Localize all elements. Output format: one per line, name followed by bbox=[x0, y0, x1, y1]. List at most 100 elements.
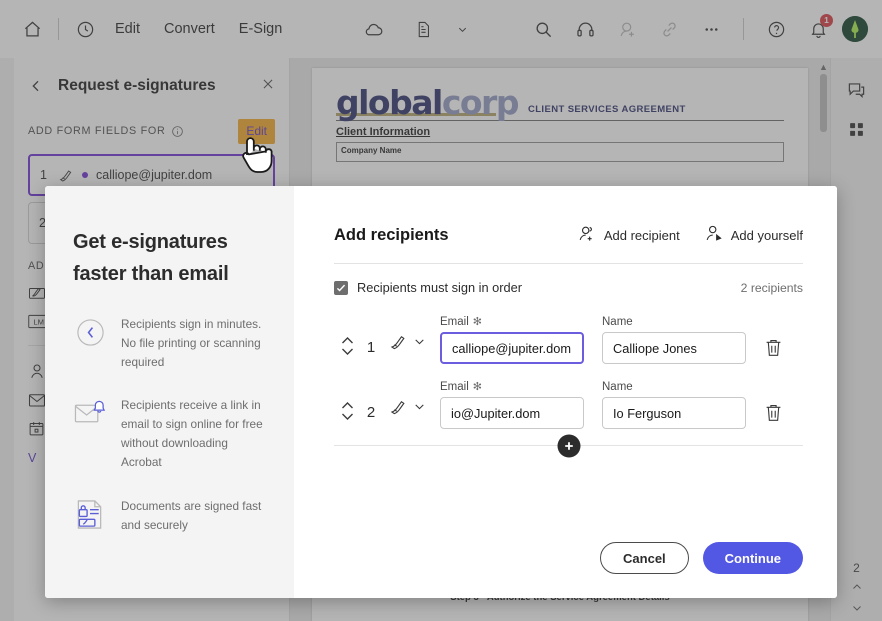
promo-item-text-3: Documents are signed fast and securely bbox=[121, 498, 262, 532]
promo-item-email: Recipients receive a link in email to si… bbox=[73, 396, 268, 472]
current-page-number: 2 bbox=[853, 561, 860, 575]
scrollbar-thumb[interactable] bbox=[820, 74, 827, 132]
document-header-title: CLIENT SERVICES AGREEMENT bbox=[527, 104, 686, 115]
lock-document-icon bbox=[73, 497, 107, 530]
clock-icon bbox=[73, 315, 107, 348]
edit-recipients-highlight: Edit bbox=[238, 118, 275, 144]
promo-panel: Get e-signatures faster than email Recip… bbox=[45, 186, 294, 598]
chevron-down-icon bbox=[413, 335, 426, 353]
add-yourself-button[interactable]: Add yourself bbox=[704, 224, 803, 246]
delete-recipient-1-button[interactable] bbox=[764, 337, 783, 364]
page-up-icon[interactable] bbox=[851, 581, 863, 596]
recipient-email-field-2: Email ✻ bbox=[440, 380, 584, 429]
promo-item-speed: Recipients sign in minutes. No file prin… bbox=[73, 315, 268, 372]
add-recipient-label: Add recipient bbox=[603, 227, 680, 243]
page-title: Request e-signatures bbox=[58, 77, 216, 94]
cloud-icon[interactable] bbox=[355, 11, 391, 47]
sign-in-order-label: Recipients must sign in order bbox=[357, 280, 523, 295]
logo-text-secondary: corp bbox=[441, 83, 520, 122]
scroll-up-icon[interactable]: ▲ bbox=[819, 62, 828, 72]
page-navigation: 2 bbox=[831, 561, 882, 617]
recipient-count: 2 recipients bbox=[740, 280, 803, 295]
promo-item-text-2: Recipients receive a link in email to si… bbox=[121, 398, 263, 470]
add-form-fields-row: ADD FORM FIELDS FOR Edit bbox=[14, 114, 289, 148]
notification-badge: 1 bbox=[820, 14, 833, 27]
search-icon[interactable] bbox=[525, 11, 561, 47]
recipient-row: 2 Email ✻ io@Jupiter.dom Name Io Ferguso… bbox=[334, 380, 803, 429]
home-icon[interactable] bbox=[14, 11, 50, 47]
back-chevron-icon[interactable] bbox=[28, 78, 52, 94]
document-icon[interactable] bbox=[405, 11, 441, 47]
menu-edit[interactable]: Edit bbox=[103, 15, 152, 43]
email-label-text-2: Email bbox=[440, 380, 469, 393]
reorder-arrows-2[interactable] bbox=[334, 400, 360, 429]
recipient-name-field-1: Name bbox=[602, 316, 746, 364]
menu-convert[interactable]: Convert bbox=[152, 15, 227, 43]
chevron-down-icon bbox=[413, 400, 426, 418]
toolbar-divider bbox=[58, 18, 59, 40]
edit-recipients-link[interactable]: Edit bbox=[246, 124, 267, 138]
name-label-1: Name bbox=[602, 316, 633, 328]
comment-icon[interactable] bbox=[847, 80, 866, 99]
add-form-fields-label: ADD FORM FIELDS FOR bbox=[28, 125, 166, 137]
add-recipient-button[interactable]: Add recipient bbox=[577, 224, 680, 246]
logo-text-primary: global bbox=[336, 83, 443, 122]
panel-recipient-number: 1 bbox=[40, 168, 47, 182]
continue-button[interactable]: Continue bbox=[702, 542, 803, 574]
recipient-role-selector-1[interactable] bbox=[382, 332, 440, 364]
email-input-1[interactable] bbox=[440, 332, 584, 364]
more-options-icon[interactable] bbox=[693, 11, 729, 47]
page-down-icon[interactable] bbox=[851, 602, 863, 617]
add-person-icon bbox=[609, 11, 645, 47]
document-field-company-name: Company Name bbox=[336, 142, 784, 162]
email-label-1: Email ✻ bbox=[440, 315, 584, 329]
notifications-button[interactable]: 1 bbox=[800, 11, 836, 47]
email-input-2[interactable] bbox=[440, 397, 584, 429]
add-recipient-plus-icon[interactable] bbox=[557, 434, 580, 457]
promo-title: Get e-signatures faster than email bbox=[73, 231, 229, 286]
close-icon[interactable] bbox=[261, 76, 275, 96]
dialog-title: Add recipients bbox=[334, 225, 449, 244]
menu-esign[interactable]: E-Sign bbox=[227, 15, 295, 43]
recipient-name-field-2: Name bbox=[602, 381, 746, 429]
top-toolbar: Edit Convert E-Sign 1 bbox=[0, 0, 882, 58]
signer-pen-icon bbox=[388, 332, 407, 356]
add-yourself-label: Add yourself bbox=[730, 227, 803, 243]
link-icon bbox=[651, 11, 687, 47]
svg-text:LM: LM bbox=[33, 318, 44, 327]
all-tools-icon[interactable] bbox=[848, 121, 865, 138]
application-window: Edit Convert E-Sign 1 Request e-signatur… bbox=[0, 0, 882, 621]
promo-item-secure: Documents are signed fast and securely bbox=[73, 497, 268, 535]
name-input-2[interactable] bbox=[602, 397, 746, 429]
email-bell-icon bbox=[73, 396, 107, 428]
recipient-email-field-1: Email ✻ bbox=[440, 315, 584, 364]
toolbar-divider-right bbox=[743, 18, 744, 40]
panel-recipient-email: calliope@jupiter.dom bbox=[96, 168, 213, 182]
recipient-row: 1 Email ✻ calliope@jupiter.dom Name Call… bbox=[334, 315, 803, 364]
document-logo: globalcorp CLIENT SERVICES AGREEMENT bbox=[336, 86, 784, 119]
reorder-arrows-1[interactable] bbox=[334, 335, 360, 364]
cancel-button[interactable]: Cancel bbox=[600, 542, 689, 574]
right-tool-rail: 2 bbox=[830, 58, 882, 621]
sign-in-order-checkbox[interactable] bbox=[334, 280, 348, 295]
recipient-role-selector-2[interactable] bbox=[382, 397, 440, 429]
add-recipient-row bbox=[334, 434, 803, 457]
delete-recipient-2-button[interactable] bbox=[764, 402, 783, 429]
document-section-title: Client Information bbox=[336, 126, 431, 138]
chevron-down-icon[interactable] bbox=[455, 11, 469, 47]
add-recipients-dialog: Get e-signatures faster than email Recip… bbox=[45, 186, 837, 598]
email-label-text-1: Email bbox=[440, 315, 469, 328]
dialog-divider bbox=[334, 263, 803, 264]
help-icon[interactable] bbox=[758, 11, 794, 47]
info-icon[interactable] bbox=[171, 125, 184, 138]
required-marker-2: ✻ bbox=[472, 381, 482, 393]
user-avatar[interactable] bbox=[842, 16, 868, 42]
recent-icon[interactable] bbox=[67, 11, 103, 47]
left-tool-rail bbox=[0, 58, 14, 621]
headset-icon[interactable] bbox=[567, 11, 603, 47]
name-input-1[interactable] bbox=[602, 332, 746, 364]
add-recipient-icon bbox=[577, 224, 596, 246]
recipients-panel: Add recipients Add recipient Add yoursel… bbox=[294, 186, 837, 598]
name-label-2: Name bbox=[602, 381, 633, 393]
email-label-2: Email ✻ bbox=[440, 380, 584, 394]
